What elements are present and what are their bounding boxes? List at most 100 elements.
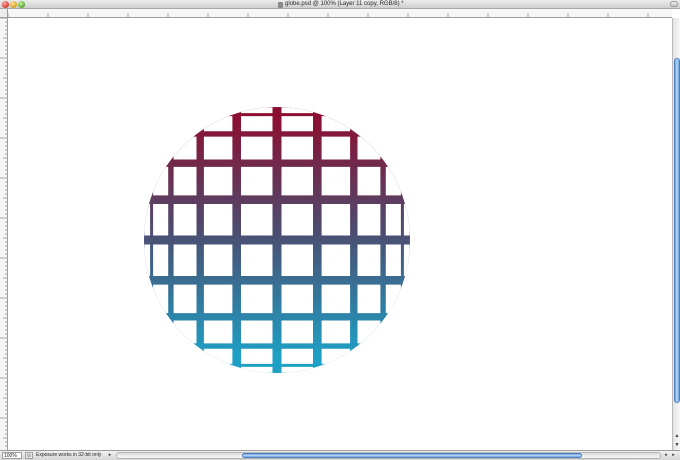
globe-grid-hole	[321, 116, 351, 132]
globe-grid-hole	[203, 244, 233, 276]
globe-grid-hole	[153, 244, 169, 276]
globe-grid-hole	[144, 136, 151, 160]
globe-grid-hole	[203, 166, 233, 196]
ruler-origin[interactable]	[0, 9, 8, 18]
globe-grid-hole	[173, 166, 197, 196]
globe-grid-hole	[144, 204, 151, 236]
globe-grid-hole	[144, 320, 151, 344]
globe-grid-hole	[403, 284, 410, 314]
globe-grid-hole	[144, 366, 151, 373]
globe-grid-hole	[357, 116, 381, 132]
globe-grid-hole	[153, 320, 169, 344]
globe-grid-hole	[385, 107, 401, 114]
globe-grid-hole	[403, 320, 410, 344]
horizontal-scrollbar[interactable]	[116, 452, 661, 459]
globe-grid-hole	[241, 244, 273, 276]
globe-grid-hole	[281, 166, 313, 196]
zoom-level-field[interactable]: 100%	[2, 452, 22, 459]
globe-grid-hole	[203, 284, 233, 314]
horizontal-ruler[interactable]	[8, 9, 672, 18]
globe-grid-hole	[173, 320, 197, 344]
close-icon[interactable]	[2, 1, 9, 8]
globe-grid-hole	[281, 348, 313, 364]
globe-grid-hole	[173, 366, 197, 373]
globe-grid-hole	[153, 348, 169, 364]
globe-grid-hole	[241, 166, 273, 196]
globe-grid-hole	[385, 244, 401, 276]
globe-grid-hole	[321, 166, 351, 196]
photoshop-document-window: globe.psd @ 100% (Layer 11 copy, RGB/8) …	[0, 0, 680, 460]
globe-grid-hole	[403, 244, 410, 276]
globe-grid-hole	[153, 366, 169, 373]
globe-grid-hole	[385, 348, 401, 364]
globe-grid-hole	[357, 136, 381, 160]
globe-grid-hole	[403, 348, 410, 364]
globe-grid-hole	[385, 366, 401, 373]
title-bar: globe.psd @ 100% (Layer 11 copy, RGB/8) …	[0, 0, 680, 9]
minimize-icon[interactable]	[10, 1, 17, 8]
globe-grid-hole	[144, 348, 151, 364]
vertical-scrollbar[interactable]: ▲ ▼	[672, 18, 680, 450]
globe-grid-hole	[173, 107, 197, 114]
status-info-text: Exposure works in 32-bit only	[36, 452, 102, 458]
globe-grid-hole	[173, 284, 197, 314]
status-menu-arrow-icon[interactable]: ▸	[106, 452, 114, 459]
globe-grid-hole	[153, 136, 169, 160]
globe-grid-hole	[385, 136, 401, 160]
globe-grid-hole	[403, 107, 410, 114]
globe-grid-hole	[241, 107, 273, 114]
globe-grid-hole	[357, 204, 381, 236]
globe-sphere	[144, 107, 410, 373]
scroll-up-icon[interactable]: ▲	[673, 432, 680, 440]
globe-grid-hole	[173, 116, 197, 132]
globe-grid-hole	[241, 204, 273, 236]
globe-grid-hole	[321, 320, 351, 344]
scroll-left-icon[interactable]: ◂	[662, 452, 669, 459]
globe-grid-hole	[281, 136, 313, 160]
globe-grid-hole	[241, 366, 273, 373]
globe-grid-hole	[385, 116, 401, 132]
document-canvas[interactable]	[8, 18, 672, 450]
globe-grid-hole	[321, 366, 351, 373]
scroll-right-icon[interactable]: ▸	[670, 452, 677, 459]
globe-grid-hole	[385, 320, 401, 344]
globe-grid-hole	[403, 136, 410, 160]
vertical-scroll-thumb[interactable]	[674, 58, 680, 403]
globe-grid-hole	[144, 244, 151, 276]
globe-grid-hole	[173, 204, 197, 236]
globe-grid-hole	[403, 166, 410, 196]
globe-grid-hole	[144, 116, 151, 132]
globe-grid-hole	[203, 136, 233, 160]
globe-grid-hole	[357, 366, 381, 373]
zoom-icon[interactable]	[18, 1, 25, 8]
status-info-icon[interactable]: ⊙	[25, 452, 33, 459]
globe-grid-hole	[321, 284, 351, 314]
globe-grid-hole	[144, 166, 151, 196]
globe-grid-hole	[281, 366, 313, 373]
globe-grid-hole	[357, 284, 381, 314]
globe-grid-hole	[241, 136, 273, 160]
globe-grid-hole	[281, 204, 313, 236]
globe-grid-hole	[144, 284, 151, 314]
scroll-down-icon[interactable]: ▼	[673, 441, 680, 449]
globe-grid-hole	[153, 284, 169, 314]
globe-grid-hole	[357, 348, 381, 364]
globe-grid-hole	[203, 107, 233, 114]
globe-grid-hole	[357, 244, 381, 276]
status-bar: 100% ⊙ Exposure works in 32-bit only ▸ ◂…	[0, 450, 680, 460]
globe-grid-hole	[321, 244, 351, 276]
window-title: globe.psd @ 100% (Layer 11 copy, RGB/8) …	[285, 1, 404, 7]
globe-grid-hole	[203, 204, 233, 236]
globe-grid-hole	[281, 284, 313, 314]
globe-grid-hole	[403, 366, 410, 373]
horizontal-scroll-thumb[interactable]	[242, 453, 582, 458]
globe-grid-hole	[203, 348, 233, 364]
globe-grid-hole	[241, 284, 273, 314]
globe-grid-hole	[281, 320, 313, 344]
globe-grid-hole	[357, 166, 381, 196]
vertical-ruler[interactable]	[0, 18, 8, 450]
globe-grid-hole	[241, 116, 273, 132]
toolbar-toggle-button[interactable]	[670, 1, 678, 7]
globe-grid-hole	[403, 204, 410, 236]
globe-grid-hole	[173, 348, 197, 364]
